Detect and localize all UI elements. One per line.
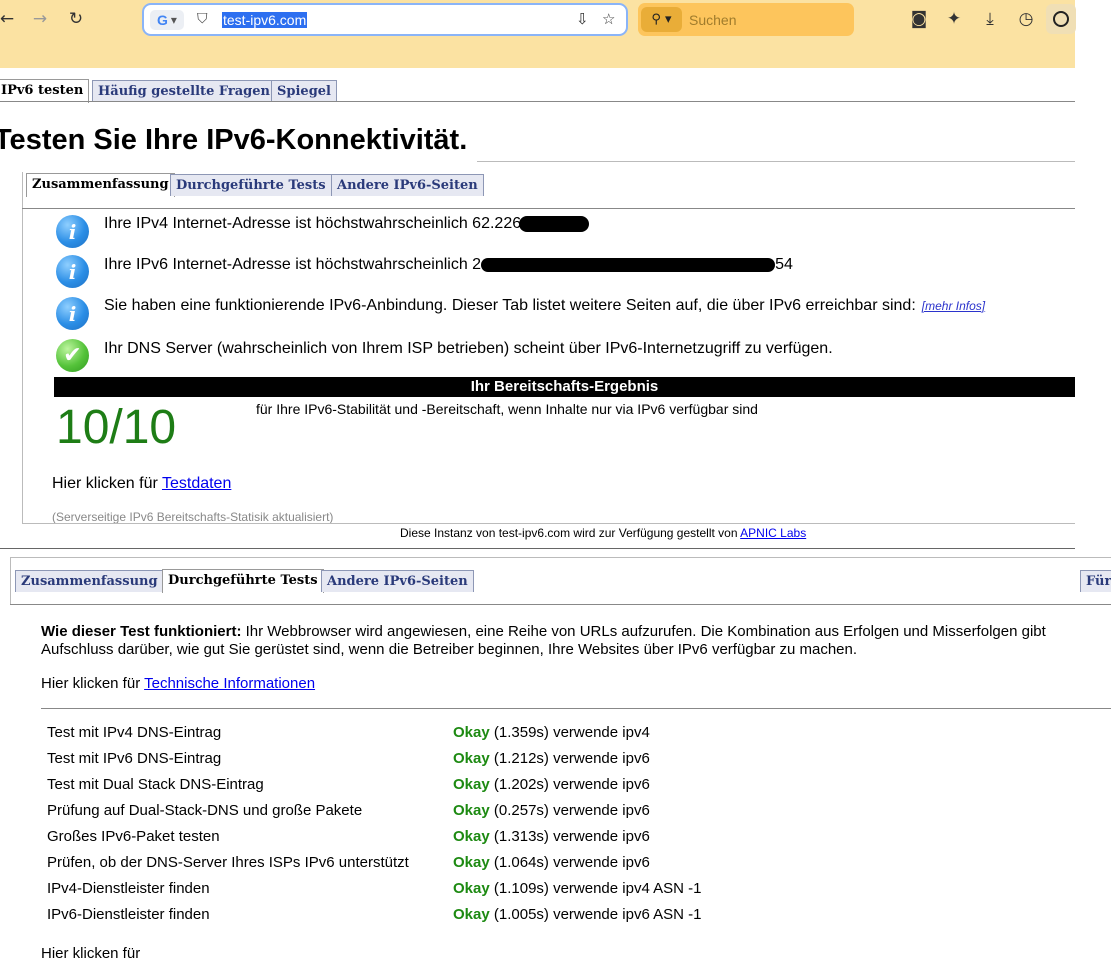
back-icon[interactable]: ← — [0, 8, 18, 30]
stats-note: (Serverseitige IPv6 Bereitschafts-Statis… — [52, 510, 334, 524]
downloads-icon[interactable]: ⤓ — [979, 8, 1001, 30]
tab-summary[interactable]: Zusammenfassung — [26, 173, 175, 197]
dns-row: Ihr DNS Server (wahrscheinlich von Ihrem… — [104, 340, 833, 357]
redaction-mark — [481, 257, 776, 272]
how-it-works: Wie dieser Test funktioniert: Ihr Webbro… — [41, 623, 1046, 658]
test-data-row: Hier klicken für Testdaten — [52, 475, 232, 492]
checkmark-icon: ✔ — [56, 339, 89, 372]
test-status: Okay — [453, 724, 490, 741]
test-status: Okay — [453, 828, 490, 845]
test-status: Okay — [453, 776, 490, 793]
test-name: Test mit Dual Stack DNS-Eintrag — [47, 776, 264, 793]
tab-mirrors[interactable]: Spiegel — [271, 80, 337, 102]
test-result: Okay (1.202s) verwende ipv6 — [453, 776, 650, 793]
shield-icon[interactable]: ⛉ — [197, 11, 208, 27]
divider — [22, 208, 1075, 209]
bookmark-star-icon[interactable]: ☆ — [602, 10, 615, 28]
search-icon[interactable]: ⚲ ▾ — [641, 7, 682, 32]
readiness-score: 10/10 — [56, 401, 177, 454]
footer: Diese Instanz von test-ipv6.com wird zur… — [400, 526, 807, 540]
divider — [22, 172, 23, 524]
info-icon: i — [56, 255, 89, 288]
extensions-icon[interactable]: ✦ — [943, 8, 965, 30]
divider — [10, 557, 11, 605]
divider — [0, 101, 1075, 102]
test-detail: (1.313s) verwende ipv6 — [493, 828, 650, 845]
test-name: Test mit IPv6 DNS-Eintrag — [47, 750, 222, 767]
bottom-click-row: Hier klicken für — [41, 945, 141, 962]
score-description: für Ihre IPv6-Stabilität und -Bereitscha… — [256, 401, 758, 417]
apnic-link[interactable]: APNIC Labs — [740, 526, 806, 540]
search-bar[interactable]: ⚲ ▾ Suchen — [638, 3, 854, 36]
download-page-icon[interactable]: ⇩ — [576, 10, 589, 28]
tab-more[interactable]: Für — [1080, 570, 1111, 592]
readiness-header: Ihr Bereitschafts-Ergebnis — [54, 377, 1075, 397]
test-result: Okay (0.257s) verwende ipv6 — [453, 802, 650, 819]
test-result: Okay (1.212s) verwende ipv6 — [453, 750, 650, 767]
ipv4-address-row: Ihre IPv4 Internet-Adresse ist höchstwah… — [104, 215, 590, 233]
test-status: Okay — [453, 750, 490, 767]
tech-info-row: Hier klicken für Technische Informatione… — [41, 675, 316, 692]
account-icon[interactable] — [1046, 4, 1076, 34]
tab-tests-2[interactable]: Durchgeführte Tests — [162, 569, 324, 593]
test-result: Okay (1.313s) verwende ipv6 — [453, 828, 650, 845]
divider — [41, 708, 1111, 709]
page-title: Testen Sie Ihre IPv6-Konnektivität. — [0, 124, 468, 156]
test-detail: (1.212s) verwende ipv6 — [493, 750, 650, 767]
test-status: Okay — [453, 880, 490, 897]
test-name: Prüfung auf Dual-Stack-DNS und große Pak… — [47, 802, 363, 819]
forward-icon[interactable]: → — [29, 8, 51, 30]
test-result: Okay (1.109s) verwende ipv4 ASN -1 — [453, 880, 701, 897]
info-icon: i — [56, 215, 89, 248]
test-detail: (0.257s) verwende ipv6 — [493, 802, 650, 819]
tab-other-sites-2[interactable]: Andere IPv6-Seiten — [321, 570, 474, 592]
test-result: Okay (1.359s) verwende ipv4 — [453, 724, 650, 741]
tab-summary-2[interactable]: Zusammenfassung — [15, 570, 164, 592]
url-text[interactable]: test-ipv6.com — [222, 12, 308, 28]
tab-other-sites[interactable]: Andere IPv6-Seiten — [331, 174, 484, 196]
connectivity-row: Sie haben eine funktionierende IPv6-Anbi… — [104, 297, 986, 314]
test-status: Okay — [453, 906, 490, 923]
tech-info-link[interactable]: Technische Informationen — [144, 675, 315, 692]
test-detail: (1.109s) verwende ipv4 ASN -1 — [493, 880, 702, 897]
test-detail: (1.359s) verwende ipv4 — [493, 724, 650, 741]
more-info-link[interactable]: [mehr Infos] — [922, 299, 985, 313]
redaction-mark — [519, 215, 590, 232]
search-engine-icon[interactable]: G ▾ — [150, 10, 184, 30]
test-detail: (1.005s) verwende ipv6 ASN -1 — [493, 906, 702, 923]
test-name: IPv6-Dienstleister finden — [47, 906, 210, 923]
tab-faq[interactable]: Häufig gestellte Fragen — [92, 80, 276, 102]
test-name: Großes IPv6-Paket testen — [47, 828, 220, 845]
search-input[interactable]: Suchen — [689, 12, 736, 28]
test-result: Okay (1.005s) verwende ipv6 ASN -1 — [453, 906, 701, 923]
tab-tests[interactable]: Durchgeführte Tests — [170, 174, 332, 196]
tab-ipv6-test[interactable]: IPv6 testen — [0, 79, 90, 103]
test-name: Prüfen, ob der DNS-Server Ihres ISPs IPv… — [47, 854, 409, 871]
ipv6-address-row: Ihre IPv6 Internet-Adresse ist höchstwah… — [104, 256, 793, 273]
divider — [477, 161, 1075, 162]
test-status: Okay — [453, 854, 490, 871]
test-name: Test mit IPv4 DNS-Eintrag — [47, 724, 222, 741]
history-icon[interactable]: ◷ — [1015, 8, 1037, 30]
url-bar[interactable]: G ▾ ⛉ test-ipv6.com ⇩ ☆ — [142, 3, 628, 36]
divider — [22, 523, 1075, 524]
divider — [0, 548, 1075, 549]
test-data-link[interactable]: Testdaten — [162, 475, 231, 492]
test-result: Okay (1.064s) verwende ipv6 — [453, 854, 650, 871]
test-name: IPv4-Dienstleister finden — [47, 880, 210, 897]
screenshot-icon[interactable]: ◙ — [908, 8, 930, 30]
reload-icon[interactable]: ↻ — [65, 8, 87, 30]
divider — [10, 557, 1111, 558]
browser-toolbar: ← → ↻ G ▾ ⛉ test-ipv6.com ⇩ ☆ ⚲ ▾ Suchen … — [0, 0, 1076, 68]
divider — [10, 604, 1111, 605]
test-status: Okay — [453, 802, 490, 819]
test-detail: (1.064s) verwende ipv6 — [493, 854, 650, 871]
test-detail: (1.202s) verwende ipv6 — [493, 776, 650, 793]
info-icon: i — [56, 297, 89, 330]
